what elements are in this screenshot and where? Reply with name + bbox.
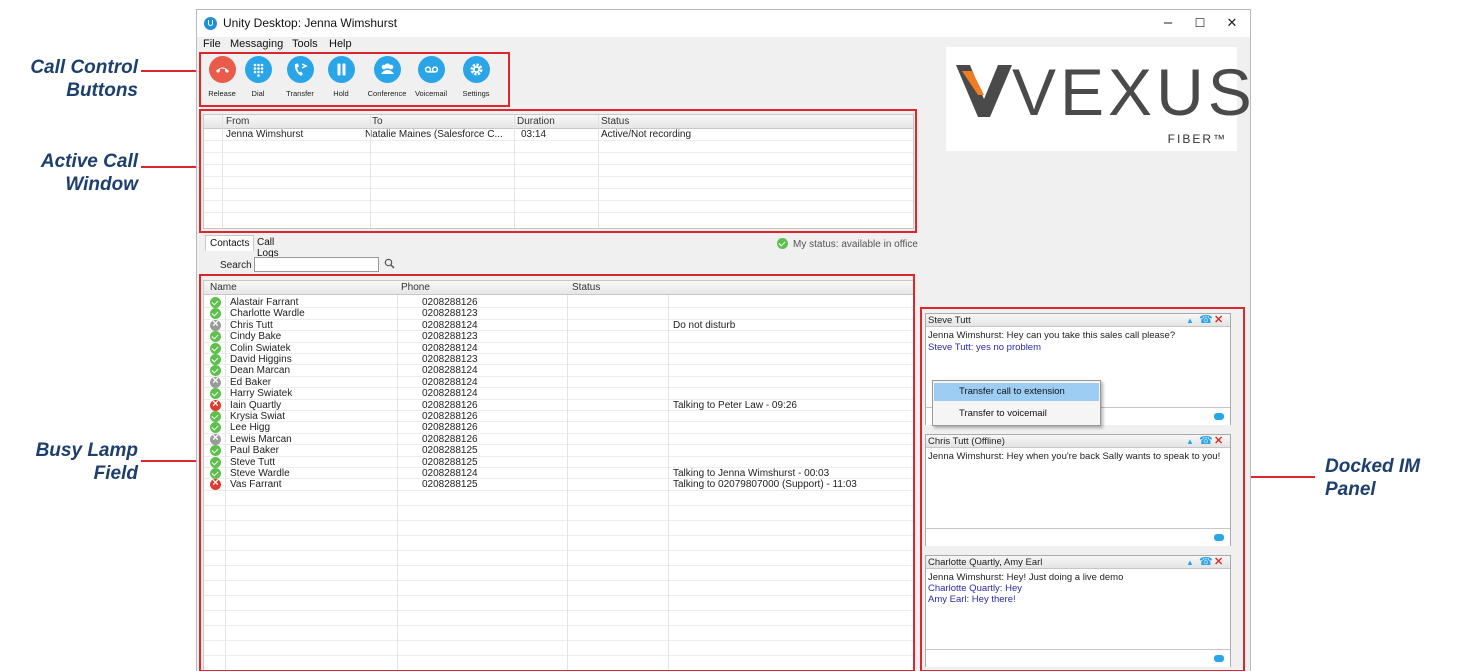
callout-call-control: Call Control Buttons xyxy=(10,56,138,102)
callout-text: Busy Lamp xyxy=(35,440,138,461)
callout-line xyxy=(141,70,197,72)
menu-tools[interactable]: Tools xyxy=(292,38,318,50)
window-title: Unity Desktop: Jenna Wimshurst xyxy=(223,16,398,30)
vexus-fiber-logo: VEXUS FIBER™ xyxy=(946,47,1252,151)
tab-call-logs[interactable]: Call Logs xyxy=(253,235,283,259)
menu-help[interactable]: Help xyxy=(329,38,352,50)
close-button[interactable]: ✕ xyxy=(1217,12,1247,34)
tab-contacts[interactable]: Contacts xyxy=(205,235,255,251)
callout-line xyxy=(1243,476,1315,478)
callout-text: Panel xyxy=(1325,479,1376,500)
callout-text: Window xyxy=(65,174,138,195)
highlight-blf xyxy=(199,274,915,671)
search-label: Search xyxy=(220,260,252,271)
callout-busy-lamp: Busy Lamp Field xyxy=(10,439,138,485)
logo-wordmark: VEXUS xyxy=(1012,55,1256,129)
callout-text: Field xyxy=(93,463,138,484)
my-status[interactable]: My status: available in office xyxy=(777,238,918,250)
highlight-call-controls xyxy=(199,52,510,107)
logo-chevron-icon xyxy=(956,65,1012,117)
callout-text: Active Call xyxy=(40,151,138,172)
menu-messaging[interactable]: Messaging xyxy=(230,38,283,50)
maximize-button[interactable]: ☐ xyxy=(1185,12,1215,34)
logo-subtitle: FIBER™ xyxy=(1167,132,1227,146)
app-window: Unity Desktop: Jenna Wimshurst – ☐ ✕ Fil… xyxy=(196,9,1252,671)
available-status-icon xyxy=(777,238,788,249)
callout-text: Call Control xyxy=(30,57,138,78)
search-icon[interactable] xyxy=(384,258,395,269)
callout-line xyxy=(141,166,197,168)
callout-active-call: Active Call Window xyxy=(10,150,138,196)
callout-text: Docked IM xyxy=(1325,456,1421,477)
highlight-active-call xyxy=(199,109,917,233)
menu-file[interactable]: File xyxy=(203,38,221,50)
minimize-button[interactable]: – xyxy=(1153,12,1183,34)
my-status-text: My status: available in office xyxy=(793,239,918,250)
search-input[interactable] xyxy=(254,257,379,272)
callout-docked-im: Docked IM Panel xyxy=(1325,455,1455,501)
title-bar: Unity Desktop: Jenna Wimshurst – ☐ ✕ xyxy=(197,10,1250,37)
callout-line xyxy=(141,460,197,462)
app-logo-icon xyxy=(204,17,217,30)
highlight-docked-im xyxy=(920,307,1245,671)
callout-text: Buttons xyxy=(66,80,138,101)
